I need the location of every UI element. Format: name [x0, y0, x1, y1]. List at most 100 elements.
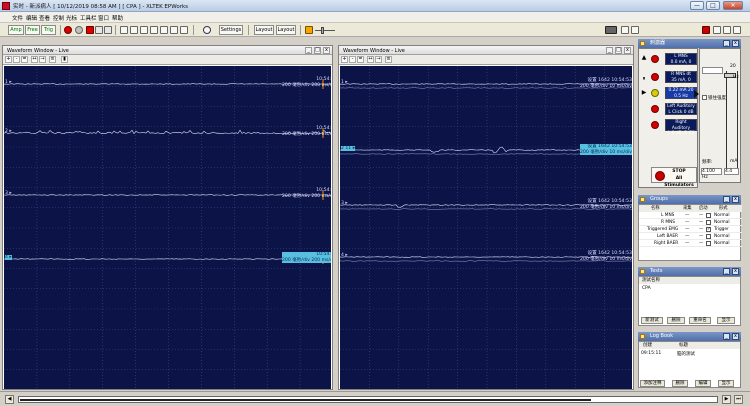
maximize-button[interactable]: □ — [706, 1, 720, 10]
stim-type-dropdown[interactable] — [702, 67, 723, 74]
stimulator-arrow-icon[interactable]: ▲ — [640, 54, 648, 62]
group-checkbox[interactable] — [706, 241, 711, 246]
show-test-button[interactable]: 显示 — [717, 317, 735, 324]
left-window-maximize-icon[interactable]: □ — [314, 47, 321, 54]
alert-icon[interactable] — [702, 26, 710, 34]
help-icon[interactable] — [733, 26, 741, 34]
edit-note-button[interactable]: 编辑 — [695, 380, 711, 387]
logbook-panel-close-icon[interactable]: x — [732, 333, 739, 340]
average-icon[interactable] — [95, 26, 103, 34]
stim-label-left-auditory[interactable]: Left Auditory L Click 0 dB — [665, 103, 697, 115]
table-icon[interactable] — [130, 26, 138, 34]
free-button[interactable]: Free — [25, 25, 40, 35]
volume-icon[interactable] — [305, 26, 313, 34]
menu-edit[interactable]: 编辑 — [26, 14, 37, 22]
zoom-out-icon[interactable]: - — [13, 56, 20, 63]
add-note-button[interactable]: 添加注释 — [640, 380, 665, 387]
stim-label-triggered[interactable]: 0.22 mA 20 0.5 Hz — [665, 87, 697, 99]
stim-button-right-auditory[interactable] — [651, 121, 659, 129]
left-window-close-icon[interactable]: x — [323, 47, 330, 54]
stim-button-left-auditory[interactable] — [651, 105, 659, 113]
stimulator-panel-close-icon[interactable]: x — [732, 40, 739, 47]
stim-label-right-auditory[interactable]: Right Auditory L 0 dB, R Cli — [665, 119, 697, 136]
stim-label-l-mns[interactable]: L MNS 0.0 mA, 0 — [665, 53, 697, 65]
table-row[interactable]: R MNS — — Normal — [639, 219, 742, 226]
menu-toolbar[interactable]: 工具栏 — [80, 14, 97, 22]
menu-help[interactable]: 帮助 — [112, 14, 123, 22]
logbook-panel-minimize-icon[interactable]: _ — [723, 333, 730, 340]
left-window-minimize-icon[interactable]: _ — [305, 47, 312, 54]
channel-label[interactable]: 1 ▸ — [5, 80, 12, 85]
tests-panel-minimize-icon[interactable]: _ — [723, 268, 730, 275]
lock-intensity-checkbox[interactable] — [702, 95, 707, 100]
frequency-secondary-value[interactable]: 4.4 — [724, 168, 739, 175]
right-waveform-display[interactable]: 1 ▸ 设置 1642 10:54:53 200 毫秒/div 10 ms/div 2… — [340, 66, 632, 389]
scroll-end-icon[interactable]: ⏭ — [734, 395, 743, 404]
zoom-in-icon[interactable]: + — [341, 56, 348, 63]
scroll-right-icon[interactable]: ▶ — [722, 395, 731, 404]
print-preview-icon[interactable] — [621, 26, 629, 34]
overlay-icon[interactable]: ≡ — [385, 56, 392, 63]
right-window-minimize-icon[interactable]: _ — [606, 47, 613, 54]
intensity-slider[interactable] — [724, 71, 738, 171]
time-expand-icon[interactable]: ↔ — [31, 56, 38, 63]
time-compress-icon[interactable]: → — [39, 56, 46, 63]
histogram-icon[interactable]: ▮ — [61, 56, 68, 63]
report-icon[interactable] — [170, 26, 178, 34]
refresh-icon[interactable] — [203, 26, 211, 34]
right-window-close-icon[interactable]: x — [624, 47, 631, 54]
print-icon[interactable] — [160, 26, 168, 34]
stimulator-panel-minimize-icon[interactable]: _ — [723, 40, 730, 47]
grid-icon[interactable] — [120, 26, 128, 34]
channel-label[interactable]: 1 ▸ — [341, 80, 348, 85]
zoom-in-icon[interactable]: + — [5, 56, 12, 63]
stim-button-triggered[interactable] — [651, 89, 659, 97]
menu-view[interactable]: 查看 — [39, 14, 50, 22]
minimize-button[interactable]: — — [690, 1, 704, 10]
group-checkbox[interactable] — [706, 220, 711, 225]
channel-label[interactable]: 4 ▸ — [341, 253, 348, 258]
play-stim-icon[interactable]: ▶ — [640, 89, 648, 97]
group-checkbox[interactable] — [706, 234, 711, 239]
close-button[interactable]: ✕ — [723, 1, 743, 10]
review-scrollbar[interactable] — [18, 396, 718, 403]
export-icon[interactable] — [180, 26, 188, 34]
volume-slider-track[interactable] — [315, 30, 335, 31]
stim-button-r-mns[interactable] — [651, 73, 659, 81]
pause-icon[interactable] — [75, 26, 83, 34]
options-icon[interactable] — [631, 26, 639, 34]
tile-icon[interactable] — [713, 26, 721, 34]
marker-icon[interactable] — [150, 26, 158, 34]
frequency-value[interactable]: 4.100 Hz — [701, 168, 722, 180]
time-compress-icon[interactable]: → — [375, 56, 382, 63]
clear-x-icon[interactable] — [86, 26, 94, 34]
stim-button-l-mns[interactable] — [651, 55, 659, 63]
right-window-maximize-icon[interactable]: □ — [615, 47, 622, 54]
groups-panel-close-icon[interactable]: x — [732, 196, 739, 203]
menu-cursor[interactable]: 光标 — [66, 14, 77, 22]
layout-button-1[interactable]: Layout — [254, 25, 274, 35]
zoom-out-icon[interactable]: - — [349, 56, 356, 63]
table-row[interactable]: Left BAER — — Normal — [639, 233, 742, 240]
show-note-button[interactable]: 显示 — [718, 380, 734, 387]
layout-button-2[interactable]: Layout — [276, 25, 296, 35]
list-item[interactable]: CPA — [642, 286, 651, 291]
amp-button[interactable]: Amp — [8, 25, 24, 35]
channel-label[interactable]: 3 ▸ — [5, 191, 12, 196]
delete-note-button[interactable]: 删除 — [672, 380, 688, 387]
overlay-icon[interactable]: ≡ — [49, 56, 56, 63]
groups-panel-minimize-icon[interactable]: _ — [723, 196, 730, 203]
zoom-fit-icon[interactable]: = — [357, 56, 364, 63]
group-checkbox[interactable] — [706, 213, 711, 218]
table-row[interactable]: Right BAER — — Normal — [639, 240, 742, 247]
tests-panel-close-icon[interactable]: x — [732, 268, 739, 275]
camera-icon[interactable] — [605, 26, 617, 34]
new-test-button[interactable]: 新测试 — [641, 317, 663, 324]
stop-all-stimulators-button[interactable]: STOP All Stimulators — [651, 167, 697, 188]
menu-window[interactable]: 窗口 — [98, 14, 109, 22]
menu-control[interactable]: 控制 — [53, 14, 64, 22]
channel-label[interactable]: 2 11 ▸ — [341, 146, 355, 151]
channel-label[interactable]: 2 ▸ — [5, 129, 12, 134]
zoom-icon[interactable] — [723, 26, 731, 34]
table-row[interactable]: L MNS — — Normal — [639, 212, 742, 219]
